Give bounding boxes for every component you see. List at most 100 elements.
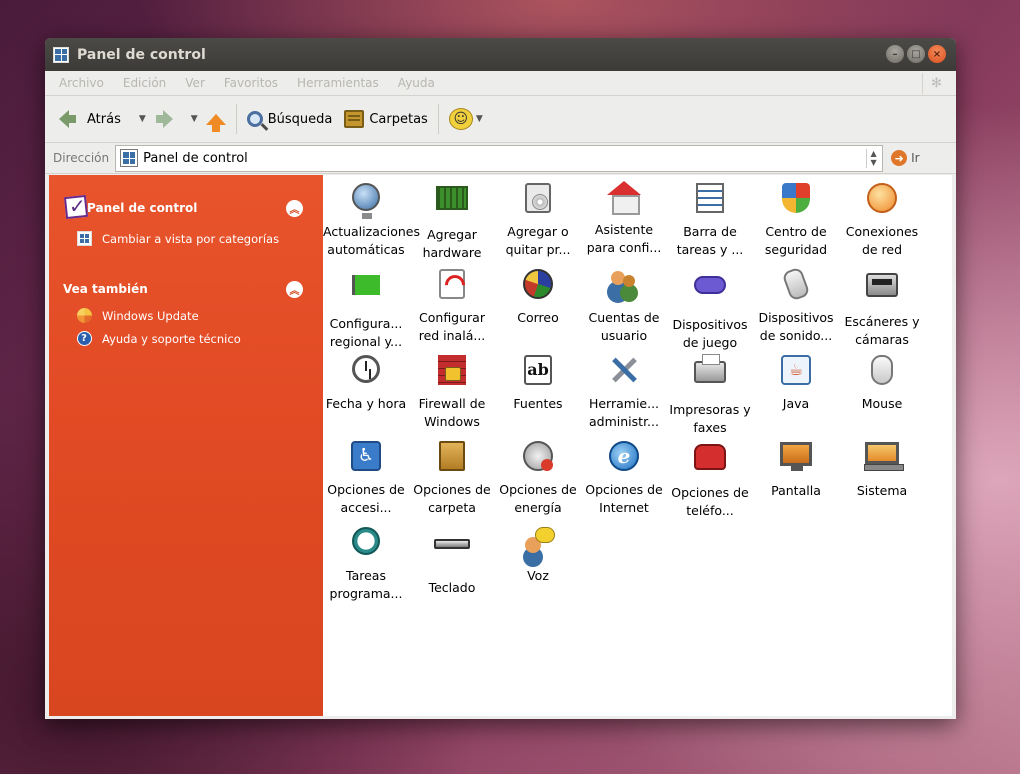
minimize-button[interactable]: – bbox=[886, 45, 904, 63]
menu-favoritos[interactable]: Favoritos bbox=[224, 76, 278, 90]
menu-ayuda[interactable]: Ayuda bbox=[398, 76, 435, 90]
control-panel-item-netglobe[interactable]: Conexiones de red bbox=[839, 181, 925, 259]
title-bar[interactable]: Panel de control – □ × bbox=[45, 38, 956, 71]
control-panel-item-clock[interactable]: Fecha y hora bbox=[323, 353, 409, 413]
see-also-header[interactable]: Vea también ︽ bbox=[63, 274, 323, 304]
control-panel-item-firewall[interactable]: Firewall de Windows bbox=[409, 353, 495, 431]
control-panel-item-monitor[interactable]: Pantalla bbox=[753, 439, 839, 500]
control-panel-window: Panel de control – □ × Archivo Edición V… bbox=[45, 38, 956, 719]
control-panel-item-label: Herramie... administr... bbox=[588, 396, 660, 429]
control-panel-icon bbox=[120, 149, 139, 167]
menu-ver[interactable]: Ver bbox=[185, 76, 205, 90]
window-controls: – □ × bbox=[886, 45, 946, 63]
control-panel-checklist-icon: ✓ bbox=[63, 194, 93, 222]
control-panel-item-label: Pantalla bbox=[771, 483, 821, 498]
globe-icon bbox=[348, 183, 384, 219]
address-field[interactable]: Panel de control ▲ ▼ bbox=[115, 144, 884, 172]
back-dropdown-icon[interactable]: ▼ bbox=[139, 114, 146, 124]
control-panel-item-cd[interactable]: Agregar o quitar pr... bbox=[495, 181, 581, 259]
menu-bar: Archivo Edición Ver Favoritos Herramient… bbox=[45, 71, 956, 96]
panel-section-header[interactable]: ✓ Panel de control ︽ bbox=[63, 189, 323, 227]
control-panel-item-wifi[interactable]: Configurar red inalá... bbox=[409, 267, 495, 345]
help-support-link[interactable]: ? Ayuda y soporte técnico bbox=[63, 327, 323, 350]
switch-category-view-link[interactable]: Cambiar a vista por categorías bbox=[63, 227, 323, 250]
throbber-icon: ✻ bbox=[922, 73, 950, 94]
control-panel-item-printer[interactable]: Impresoras y faxes bbox=[667, 353, 753, 437]
printer-icon bbox=[692, 354, 728, 395]
back-button[interactable]: Atrás bbox=[59, 110, 121, 128]
control-panel-item-phone[interactable]: Opciones de teléfo... bbox=[667, 439, 753, 520]
control-panel-item-label: Escáneres y cámaras bbox=[844, 314, 920, 347]
search-icon bbox=[246, 111, 263, 127]
control-panel-item-board[interactable]: Agregar hardware bbox=[409, 181, 495, 262]
up-button[interactable] bbox=[205, 113, 226, 132]
control-panel-item-label: Cuentas de usuario bbox=[588, 310, 660, 343]
control-panel-item-scanner[interactable]: Escáneres y cámaras bbox=[839, 267, 925, 349]
maximize-button[interactable]: □ bbox=[907, 45, 925, 63]
forward-dropdown-icon[interactable]: ▼ bbox=[191, 114, 198, 124]
up-arrow-icon bbox=[205, 113, 226, 132]
control-panel-item-mouse[interactable]: Mouse bbox=[839, 353, 925, 413]
control-panel-item-label: Mouse bbox=[861, 396, 903, 411]
search-label: Búsqueda bbox=[267, 111, 333, 127]
control-panel-item-sound[interactable]: Dispositivos de sonido... bbox=[753, 266, 839, 345]
control-panel-item-shield[interactable]: Centro de seguridad bbox=[753, 181, 839, 259]
control-panel-item-label: Opciones de accesi... bbox=[327, 482, 405, 515]
control-panel-item-java[interactable]: ☕ Java bbox=[753, 353, 839, 413]
control-panel-item-label: Opciones de teléfo... bbox=[671, 485, 749, 518]
views-button[interactable]: ☺ ▼ bbox=[448, 108, 483, 130]
control-panel-item-label: Conexiones de red bbox=[845, 224, 919, 257]
control-panel-item-folderopt[interactable]: Opciones de carpeta bbox=[409, 439, 495, 517]
control-panel-item-gamepad[interactable]: Dispositivos de juego bbox=[667, 267, 753, 352]
control-panel-item-keyboard[interactable]: Teclado bbox=[409, 525, 495, 597]
house-icon bbox=[606, 181, 642, 215]
menu-edicion[interactable]: Edición bbox=[123, 76, 166, 90]
voice-icon bbox=[520, 527, 556, 561]
users-icon bbox=[606, 269, 642, 303]
control-panel-icon bbox=[76, 231, 92, 247]
go-arrow-icon: ➜ bbox=[891, 150, 908, 166]
phone-icon bbox=[692, 444, 728, 478]
control-panel-item-label: Actualizaciones automáticas bbox=[323, 224, 420, 257]
fonts-icon: ab bbox=[520, 355, 556, 389]
close-button[interactable]: × bbox=[928, 45, 946, 63]
collapse-icon[interactable]: ︽ bbox=[286, 200, 303, 217]
control-panel-item-fonts[interactable]: ab Fuentes bbox=[495, 353, 581, 413]
menu-herramientas[interactable]: Herramientas bbox=[297, 76, 379, 90]
control-panel-item-mail[interactable]: Correo bbox=[495, 267, 581, 327]
keyboard-icon bbox=[434, 539, 470, 573]
forward-arrow-icon bbox=[155, 110, 173, 128]
control-panel-item-energy[interactable]: Opciones de energía bbox=[495, 439, 581, 517]
control-panel-item-voice[interactable]: Voz bbox=[495, 525, 581, 585]
address-dropdown-icon[interactable]: ▲ ▼ bbox=[866, 148, 880, 168]
windows-update-link[interactable]: Windows Update bbox=[63, 304, 323, 327]
search-button[interactable]: Búsqueda bbox=[246, 111, 333, 127]
see-also-section: Vea también ︽ Windows Update ? Ayuda y s… bbox=[49, 250, 323, 350]
control-panel-item-label: Barra de tareas y ... bbox=[676, 224, 744, 257]
window-title: Panel de control bbox=[77, 46, 206, 63]
control-panel-item-label: Dispositivos de juego bbox=[672, 317, 748, 350]
control-panel-item-flag[interactable]: Configura... regional y... bbox=[323, 267, 409, 351]
control-panel-item-label: Impresoras y faxes bbox=[669, 402, 751, 435]
see-also-title: Vea también bbox=[63, 282, 148, 296]
control-panel-item-taskbar[interactable]: Barra de tareas y ... bbox=[667, 181, 753, 259]
forward-button[interactable] bbox=[154, 110, 173, 128]
collapse-icon[interactable]: ︽ bbox=[286, 281, 303, 298]
control-panel-item-globe[interactable]: Actualizaciones automáticas bbox=[323, 181, 420, 259]
control-panel-item-label: Asistente para confi... bbox=[586, 222, 662, 255]
control-panel-item-system[interactable]: Sistema bbox=[839, 439, 925, 500]
control-panel-item-access[interactable]: ♿ Opciones de accesi... bbox=[323, 439, 409, 517]
menu-archivo[interactable]: Archivo bbox=[59, 76, 104, 90]
control-panel-item-label: Agregar hardware bbox=[422, 227, 482, 260]
control-panel-item-tools[interactable]: Herramie... administr... bbox=[581, 353, 667, 431]
control-panel-item-house[interactable]: Asistente para confi... bbox=[581, 181, 667, 257]
control-panel-item-ie[interactable]: e Opciones de Internet bbox=[581, 439, 667, 517]
tasks-icon bbox=[348, 527, 384, 561]
control-panel-item-label: Agregar o quitar pr... bbox=[505, 224, 571, 257]
folders-button[interactable]: Carpetas bbox=[344, 110, 428, 128]
address-label: Dirección bbox=[53, 151, 110, 165]
control-panel-item-users[interactable]: Cuentas de usuario bbox=[581, 267, 667, 345]
go-button[interactable]: ➜ Ir bbox=[891, 150, 920, 166]
windows-update-icon bbox=[76, 308, 92, 324]
control-panel-item-tasks[interactable]: Tareas programa... bbox=[323, 525, 409, 603]
